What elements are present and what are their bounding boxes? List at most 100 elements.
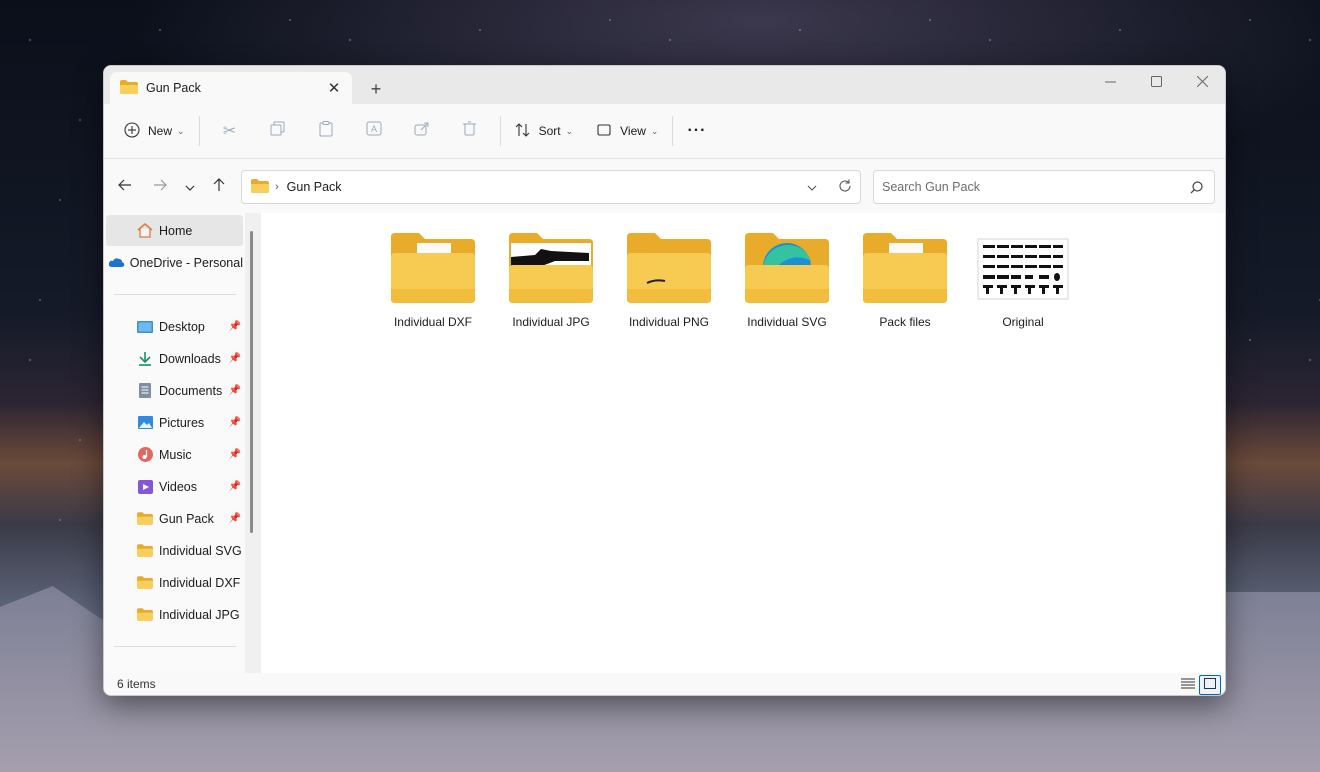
sidebar-item-individual-dxf[interactable]: Individual DXF (106, 567, 243, 598)
sidebar-item-label: Documents (159, 383, 223, 398)
sidebar-item-onedrive[interactable]: › OneDrive - Personal (106, 247, 243, 278)
sidebar-scrollbar[interactable] (245, 213, 261, 673)
new-label: New (148, 124, 173, 138)
folder-item-pack-files[interactable]: Pack files (850, 227, 960, 337)
copy-button[interactable] (254, 114, 302, 148)
file-name-label: Original (1002, 315, 1044, 329)
address-row: › Gun Pack (104, 159, 1225, 213)
pin-icon[interactable]: 📌 (229, 449, 241, 460)
rename-icon: A (366, 121, 382, 141)
file-name-label: Individual DXF (393, 315, 473, 329)
pin-icon[interactable]: 📌 (229, 513, 241, 524)
folder-item-individual-dxf[interactable]: Individual DXF (378, 227, 488, 337)
back-button[interactable] (111, 173, 139, 199)
folder-item-individual-jpg[interactable]: Individual JPG (496, 227, 606, 337)
file-name-label: Individual SVG (747, 315, 827, 329)
sidebar-item-label: Gun Pack (159, 511, 214, 526)
file-explorer-window: Gun Pack ✕ + New ⌄ ✂ A Sort ⌄ View ⌄ ···… (103, 65, 1226, 696)
sidebar-item-label: Individual JPG (159, 607, 240, 622)
folder-item-individual-png[interactable]: Individual PNG (614, 227, 724, 337)
sidebar-item-label: Music (159, 447, 192, 462)
chevron-down-icon: ⌄ (177, 125, 185, 136)
navigation-pane: Home › OneDrive - Personal Desktop 📌 Dow… (104, 213, 245, 673)
scrollbar-thumb[interactable] (250, 231, 253, 533)
sidebar-item-documents[interactable]: Documents 📌 (106, 375, 243, 406)
content-area: Home › OneDrive - Personal Desktop 📌 Dow… (104, 213, 1225, 673)
address-bar[interactable]: › Gun Pack (241, 170, 861, 204)
sidebar-item-gun-pack[interactable]: Gun Pack 📌 (106, 503, 243, 534)
command-bar: New ⌄ ✂ A Sort ⌄ View ⌄ ··· (104, 104, 1225, 159)
search-box[interactable] (873, 170, 1215, 204)
address-history-button[interactable] (796, 171, 828, 203)
pin-icon[interactable]: 📌 (229, 481, 241, 492)
file-item-original[interactable]: Original (968, 227, 1078, 337)
paste-button[interactable] (302, 114, 350, 148)
arrow-up-icon (213, 177, 225, 195)
pin-icon[interactable]: 📌 (229, 385, 241, 396)
up-button[interactable] (205, 173, 233, 199)
sidebar-item-individual-svg[interactable]: Individual SVG (106, 535, 243, 566)
sidebar-item-label: Videos (159, 479, 197, 494)
arrow-right-icon (153, 178, 167, 194)
view-button[interactable]: View ⌄ (589, 114, 666, 148)
item-count: 6 items (117, 677, 156, 691)
breadcrumb-gun-pack[interactable]: Gun Pack (287, 180, 796, 194)
chevron-right-icon[interactable]: › (116, 257, 119, 268)
see-more-button[interactable]: ··· (679, 114, 714, 148)
pin-icon[interactable]: 📌 (229, 417, 241, 428)
close-tab-button[interactable]: ✕ (320, 74, 348, 102)
search-input[interactable] (882, 180, 1186, 194)
close-window-button[interactable] (1179, 66, 1225, 96)
sidebar-item-music[interactable]: Music 📌 (106, 439, 243, 470)
new-button[interactable]: New ⌄ (116, 114, 193, 148)
details-view-button[interactable] (1177, 675, 1199, 695)
videos-icon (136, 478, 154, 496)
sidebar-item-videos[interactable]: Videos 📌 (106, 471, 243, 502)
share-button[interactable] (398, 114, 446, 148)
search-icon (1186, 177, 1206, 197)
tab-title: Gun Pack (146, 81, 201, 95)
arrow-left-icon (118, 178, 132, 194)
pin-icon[interactable]: 📌 (229, 321, 241, 332)
refresh-button[interactable] (828, 171, 860, 203)
more-icon: ··· (687, 122, 707, 139)
sort-button[interactable]: Sort ⌄ (507, 114, 582, 148)
folder-edge-icon (741, 231, 833, 307)
chevron-down-icon: ⌄ (565, 125, 574, 136)
recent-locations-button[interactable] (176, 173, 204, 199)
sidebar-item-label: Downloads (159, 351, 221, 366)
folder-icon (136, 542, 154, 560)
maximize-button[interactable] (1133, 66, 1179, 96)
folder-icon (136, 574, 154, 592)
minimize-button[interactable] (1087, 66, 1133, 96)
forward-button[interactable] (146, 173, 174, 199)
rename-button[interactable]: A (350, 114, 398, 148)
toolbar-divider (499, 116, 501, 146)
sidebar-item-downloads[interactable]: Downloads 📌 (106, 343, 243, 374)
tab-gun-pack[interactable]: Gun Pack ✕ (110, 72, 352, 104)
pin-icon[interactable]: 📌 (229, 353, 241, 364)
folder-icon (136, 510, 154, 528)
cut-button[interactable]: ✂ (206, 114, 254, 148)
folder-item-individual-svg[interactable]: Individual SVG (732, 227, 842, 337)
details-view-icon (1181, 678, 1195, 692)
large-icons-view-button[interactable] (1199, 675, 1221, 695)
cut-icon: ✂ (222, 123, 237, 140)
file-name-label: Pack files (879, 315, 931, 329)
file-list: Individual DXF Individual JPG Individual… (261, 213, 1225, 673)
add-icon (124, 121, 140, 141)
chevron-down-icon (185, 178, 195, 194)
music-icon (136, 446, 154, 464)
sort-icon (515, 122, 531, 140)
new-tab-button[interactable]: + (362, 76, 390, 102)
sidebar-divider (114, 294, 236, 295)
delete-button[interactable] (446, 114, 494, 148)
folder-icon (136, 606, 154, 624)
chevron-down-icon: ⌄ (650, 125, 659, 136)
sidebar-item-individual-jpg[interactable]: Individual JPG (106, 599, 243, 630)
file-name-label: Individual JPG (512, 315, 590, 329)
sidebar-item-pictures[interactable]: Pictures 📌 (106, 407, 243, 438)
sidebar-item-desktop[interactable]: Desktop 📌 (106, 311, 243, 342)
documents-icon (136, 382, 154, 400)
sidebar-item-home[interactable]: Home (106, 215, 243, 246)
